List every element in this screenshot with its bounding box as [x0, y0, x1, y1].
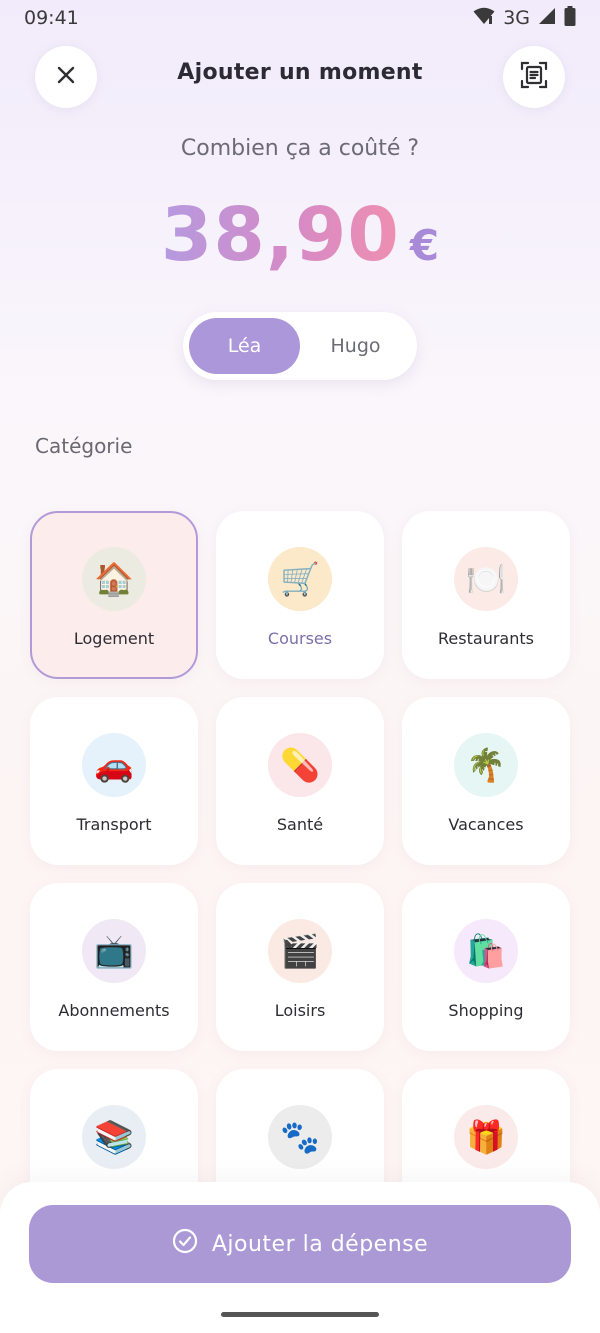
amount-currency: €	[409, 221, 440, 270]
category-label: Transport	[76, 815, 152, 834]
pill-icon: 💊	[268, 733, 332, 797]
network-type: 3G	[503, 7, 530, 29]
amount-prompt: Combien ça a coûté ?	[180, 136, 420, 161]
category-label: Courses	[267, 629, 333, 648]
home-indicator[interactable]	[221, 1312, 379, 1317]
category-label: Santé	[276, 815, 324, 834]
category-grid: 🏠 Logement 🛒 Courses 🍽️ Restaurants 🚗 Tr…	[30, 511, 570, 1237]
battery-icon	[564, 5, 576, 31]
category-card-transport[interactable]: 🚗 Transport	[30, 697, 198, 865]
tv-icon: 📺	[82, 919, 146, 983]
house-icon: 🏠	[82, 547, 146, 611]
car-icon: 🚗	[82, 733, 146, 797]
plate-cutlery-icon: 🍽️	[454, 547, 518, 611]
palm-tree-icon: 🌴	[454, 733, 518, 797]
category-card-courses[interactable]: 🛒 Courses	[216, 511, 384, 679]
payer-toggle: Léa Hugo	[183, 312, 417, 380]
payer-option-hugo[interactable]: Hugo	[300, 318, 411, 374]
add-expense-label: Ajouter la dépense	[211, 1231, 429, 1257]
signal-icon	[538, 7, 556, 30]
wifi-icon	[473, 7, 495, 30]
status-time: 09:41	[24, 7, 79, 29]
category-card-abonnements[interactable]: 📺 Abonnements	[30, 883, 198, 1051]
category-label: Shopping	[448, 1001, 524, 1020]
add-expense-button[interactable]: Ajouter la dépense	[29, 1205, 571, 1283]
amount-display[interactable]: 38,90 €	[0, 192, 600, 278]
category-section-label: Catégorie	[35, 434, 133, 458]
category-card-restaurants[interactable]: 🍽️ Restaurants	[402, 511, 570, 679]
category-label: Loisirs	[274, 1001, 326, 1020]
category-label: Abonnements	[58, 1001, 170, 1020]
amount-value: 38,90	[160, 192, 400, 278]
category-label: Logement	[73, 629, 155, 648]
gift-icon: 🎁	[454, 1105, 518, 1169]
category-label: Restaurants	[438, 629, 534, 648]
category-card-logement[interactable]: 🏠 Logement	[30, 511, 198, 679]
shopping-cart-icon: 🛒	[268, 547, 332, 611]
scan-receipt-icon	[520, 61, 548, 93]
category-label: Vacances	[448, 815, 524, 834]
paw-prints-icon: 🐾	[268, 1105, 332, 1169]
books-icon: 📚	[82, 1105, 146, 1169]
category-card-sante[interactable]: 💊 Santé	[216, 697, 384, 865]
status-icons: 3G	[473, 5, 576, 31]
category-card-loisirs[interactable]: 🎬 Loisirs	[216, 883, 384, 1051]
clapperboard-icon: 🎬	[268, 919, 332, 983]
category-card-vacances[interactable]: 🌴 Vacances	[402, 697, 570, 865]
scan-receipt-button[interactable]	[503, 46, 565, 108]
category-card-shopping[interactable]: 🛍️ Shopping	[402, 883, 570, 1051]
shopping-bags-icon: 🛍️	[454, 919, 518, 983]
header: Ajouter un moment	[0, 46, 600, 108]
check-circle-icon	[172, 1228, 198, 1260]
payer-option-lea[interactable]: Léa	[189, 318, 300, 374]
status-bar: 09:41 3G	[0, 0, 600, 36]
